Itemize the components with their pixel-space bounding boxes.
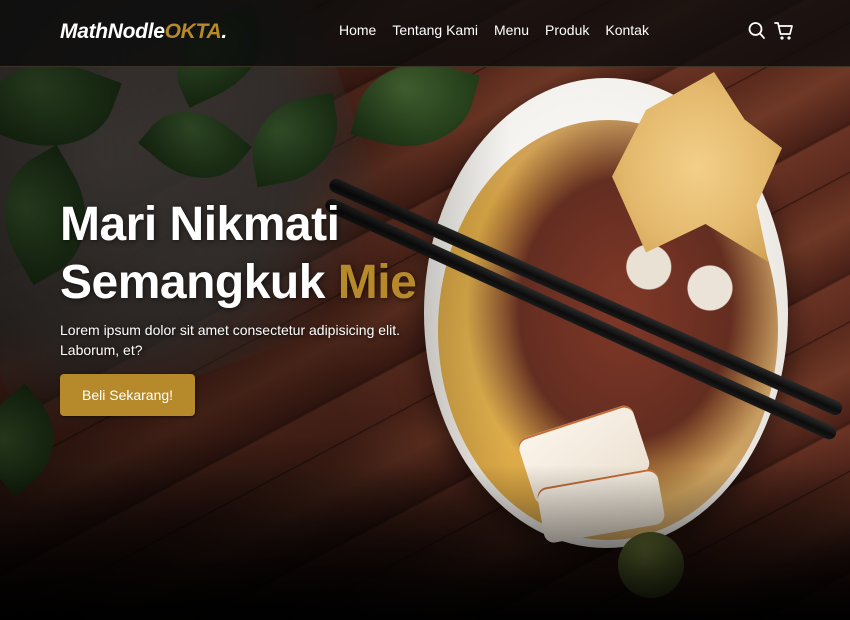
page: MathNodleOKTA. Home Tentang Kami Menu Pr… xyxy=(0,0,850,620)
nav-icons xyxy=(748,21,794,41)
nav-link-produk[interactable]: Produk xyxy=(545,22,589,38)
brand-logo[interactable]: MathNodleOKTA. xyxy=(60,20,227,44)
hero-description: Lorem ipsum dolor sit amet consectetur a… xyxy=(60,322,401,358)
hero-title-line1: Mari Nikmati xyxy=(60,198,340,251)
nav-links: Home Tentang Kami Menu Produk Kontak xyxy=(339,22,665,38)
shopping-cart-icon[interactable] xyxy=(774,21,794,41)
nav-link-kontak[interactable]: Kontak xyxy=(605,22,649,38)
nav-link-tentang-kami[interactable]: Tentang Kami xyxy=(392,22,478,38)
brand-name: MathNodle xyxy=(60,20,165,43)
navbar: MathNodleOKTA. Home Tentang Kami Menu Pr… xyxy=(0,0,850,67)
hero-section: Mari Nikmati Semangkuk Mie Lorem ipsum d… xyxy=(60,196,420,416)
brand-name-suffix: . xyxy=(221,20,227,43)
hero-title: Mari Nikmati Semangkuk Mie xyxy=(60,196,420,312)
hero-title-accent: Mie xyxy=(337,256,417,309)
brand-name-accent: OKTA xyxy=(164,20,222,43)
hero-title-line2: Semangkuk xyxy=(60,256,325,309)
buy-now-button[interactable]: Beli Sekarang! xyxy=(60,374,196,416)
search-icon[interactable] xyxy=(748,21,766,41)
nav-link-menu[interactable]: Menu xyxy=(494,22,529,38)
nav-link-home[interactable]: Home xyxy=(339,22,376,38)
